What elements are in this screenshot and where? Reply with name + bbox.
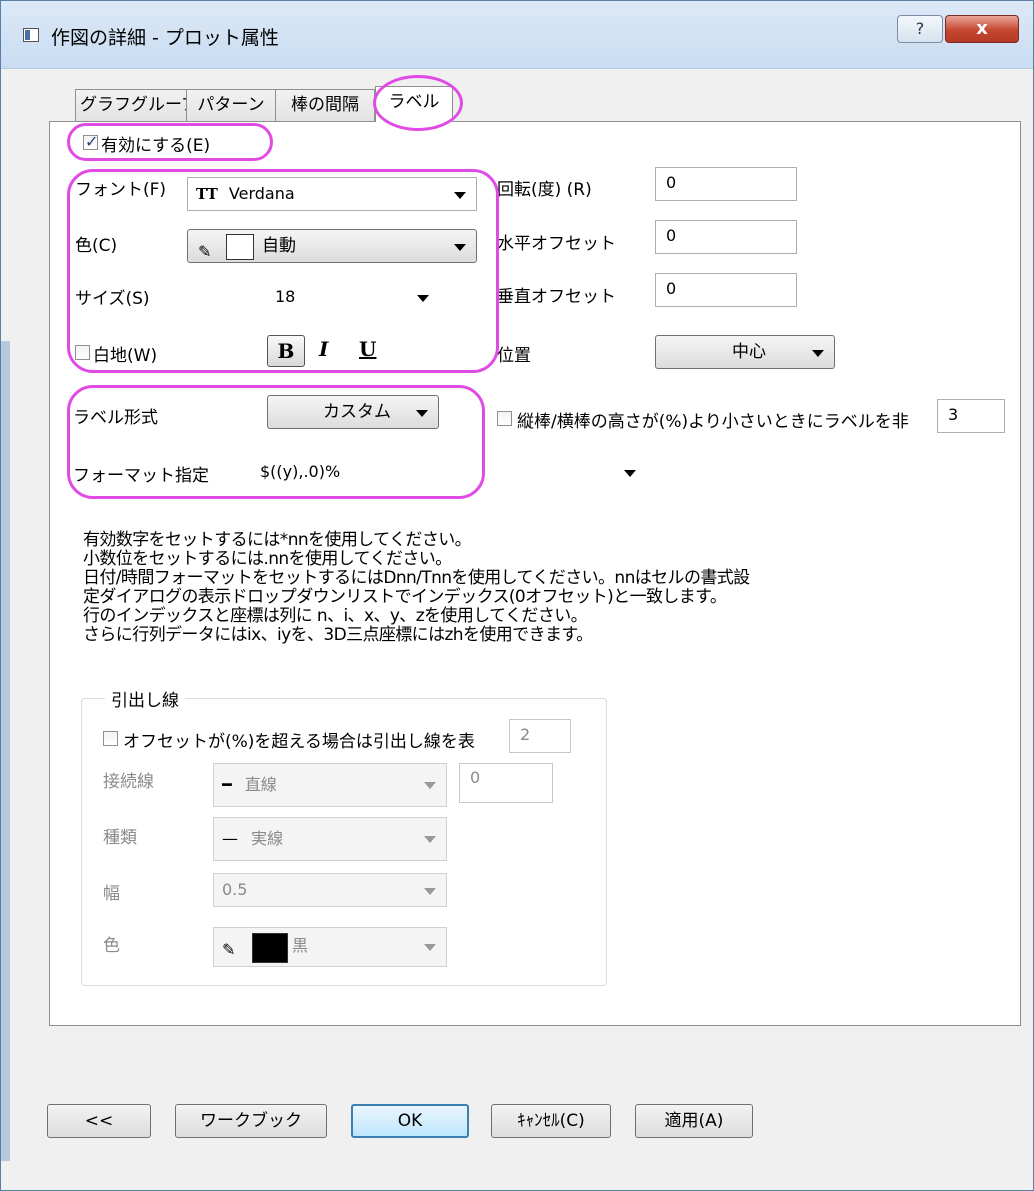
v-offset-input[interactable]: 0	[655, 273, 797, 307]
help-button[interactable]: ?	[897, 15, 943, 43]
type-label: 種類	[103, 828, 137, 848]
type-value: 実線	[251, 829, 284, 848]
chevron-down-icon	[454, 192, 466, 199]
white-bg-label: 白地(W)	[93, 346, 158, 366]
chevron-down-icon	[424, 836, 436, 843]
h-offset-input[interactable]: 0	[655, 220, 797, 254]
position-value: 中心	[732, 342, 766, 362]
window-title: 作図の詳細 - プロット属性	[51, 27, 279, 49]
chevron-down-icon	[812, 350, 824, 357]
format-label: フォーマット指定	[73, 466, 209, 486]
app-icon	[23, 28, 39, 42]
hide-small-input[interactable]: 3	[937, 399, 1005, 433]
apply-button[interactable]: 適用(A)	[635, 1104, 753, 1138]
help-line: 小数位をセットするには.nnを使用してください。	[83, 549, 452, 569]
color-label: 色(C)	[75, 236, 118, 256]
help-line: さらに行列データにはix、iyを、3D三点座標にはzhを使用できます。	[83, 625, 593, 645]
font-label: フォント(F)	[75, 180, 167, 200]
label-form-label: ラベル形式	[73, 408, 158, 428]
font-value: Verdana	[228, 184, 295, 203]
enable-checkbox[interactable]	[83, 132, 98, 151]
italic-button[interactable]: I	[319, 337, 328, 361]
label-form-value: カスタム	[323, 402, 391, 422]
connect-extra-input[interactable]: 0	[459, 763, 553, 803]
position-select[interactable]: 中心	[655, 335, 835, 369]
type-select[interactable]: — 実線	[213, 817, 447, 861]
size-label: サイズ(S)	[75, 289, 150, 309]
back-button[interactable]: <<	[47, 1104, 151, 1138]
font-select[interactable]: TT Verdana	[187, 177, 477, 211]
leader-color-swatch	[252, 933, 288, 963]
cancel-button[interactable]: ｷｬﾝｾﾙ(C)	[491, 1104, 611, 1138]
help-text: 有効数字をセットするには*nnを使用してください。 小数位をセットするには.nn…	[83, 531, 750, 645]
bold-button[interactable]: B	[267, 335, 305, 367]
pen-icon: ✎	[222, 940, 236, 959]
enable-label: 有効にする(E)	[101, 136, 211, 156]
underline-button[interactable]: U	[359, 337, 376, 361]
leader-group-title: 引出し線	[105, 686, 185, 711]
left-edge-strip	[1, 341, 10, 1161]
color-value: 自動	[262, 236, 296, 256]
help-line: 日付/時間フォーマットをセットするにはDnn/Tnnを使用してください。nnはセ…	[83, 568, 750, 588]
title-bar: 作図の詳細 - プロット属性 ? x	[1, 1, 1033, 69]
leader-offset-label: オフセットが(%)を超える場合は引出し線を表	[123, 732, 475, 752]
connect-label: 接続線	[103, 772, 154, 792]
width-select[interactable]: 0.5	[213, 873, 447, 907]
rotation-label: 回転(度) (R)	[497, 180, 592, 200]
width-label: 幅	[103, 884, 120, 904]
connect-value: 直線	[244, 775, 277, 794]
connect-select[interactable]: ━ 直線	[213, 763, 447, 807]
v-offset-label: 垂直オフセット	[497, 287, 616, 307]
leader-offset-checkbox[interactable]	[103, 731, 118, 746]
label-form-select[interactable]: カスタム	[267, 395, 439, 429]
chevron-down-icon	[416, 410, 428, 417]
help-line: 定ダイアログの表示ドロップダウンリストでインデックス(0オフセット)と一致します…	[83, 587, 727, 607]
chevron-down-icon	[624, 470, 636, 477]
chevron-down-icon	[417, 295, 429, 302]
size-select[interactable]: 18	[267, 281, 439, 315]
dialog-window: 作図の詳細 - プロット属性 ? x グラフグループ パターン 棒の間隔 ラベル…	[0, 0, 1034, 1191]
ok-button[interactable]: OK	[351, 1104, 469, 1138]
format-combo[interactable]: $((y),.0)%	[251, 455, 647, 489]
chevron-down-icon	[424, 944, 436, 951]
leader-offset-input[interactable]: 2	[509, 719, 571, 753]
white-bg-checkbox[interactable]	[75, 345, 90, 360]
tab-graph-group[interactable]: グラフグループ	[75, 89, 198, 121]
workbook-button[interactable]: ワークブック	[175, 1104, 327, 1138]
hide-small-label: 縦棒/横棒の高さが(%)より小さいときにラベルを非	[517, 412, 909, 432]
tab-pattern[interactable]: パターン	[186, 89, 276, 121]
close-button[interactable]: x	[945, 15, 1019, 43]
position-label: 位置	[497, 346, 531, 366]
rotation-input[interactable]: 0	[655, 167, 797, 201]
width-value: 0.5	[222, 880, 248, 899]
help-line: 行のインデックスと座標は列に n、i、x、y、zを使用してください。	[83, 606, 588, 626]
chevron-down-icon	[424, 782, 436, 789]
size-value: 18	[275, 287, 296, 306]
color-select[interactable]: ✎ 自動	[187, 229, 477, 263]
pen-icon: ✎	[198, 242, 212, 261]
solid-line-icon: ━	[222, 775, 232, 794]
chevron-down-icon	[424, 888, 436, 895]
leader-color-value: 黒	[292, 936, 309, 955]
help-line: 有効数字をセットするには*nnを使用してください。	[83, 530, 472, 550]
hide-small-checkbox[interactable]	[497, 411, 512, 426]
leader-color-select[interactable]: ✎ 黒	[213, 927, 447, 967]
format-value: $((y),.0)%	[260, 462, 341, 481]
truetype-icon: TT	[196, 185, 218, 203]
tab-bar-spacing[interactable]: 棒の間隔	[275, 89, 375, 121]
chevron-down-icon	[454, 244, 466, 251]
solid-line-icon: —	[222, 829, 238, 848]
tab-highlight-circle	[373, 75, 463, 131]
color-swatch	[226, 234, 254, 260]
leader-color-label: 色	[103, 936, 120, 956]
h-offset-label: 水平オフセット	[497, 234, 616, 254]
